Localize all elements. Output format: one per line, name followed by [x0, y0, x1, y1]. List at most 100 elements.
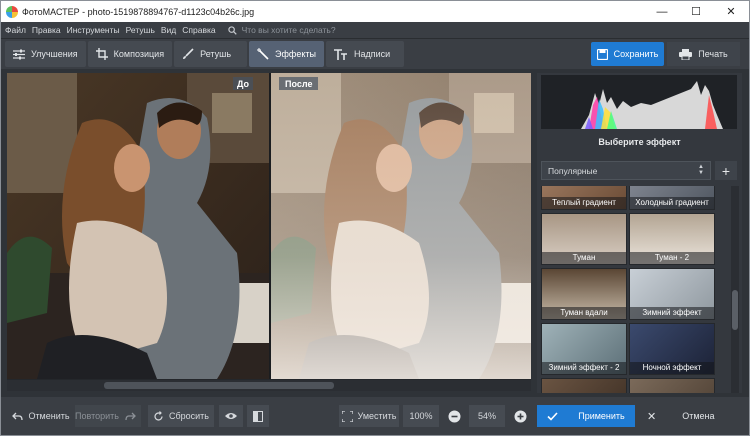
cancel-label: Отмена [682, 411, 715, 421]
menu-edit[interactable]: Правка [32, 25, 61, 35]
print-label: Печать [698, 49, 728, 59]
effect-winter-2[interactable]: Зимний эффект - 2 [541, 323, 627, 375]
crop-icon [95, 48, 108, 60]
plus-circle-icon [514, 410, 526, 422]
tab-label: Эффекты [275, 49, 316, 59]
window-controls: — ☐ ✕ [645, 1, 749, 22]
category-select[interactable]: Популярные ▲ ▼ [541, 161, 711, 180]
tab-label: Ретушь [200, 49, 232, 59]
undo-label: Отменить [28, 411, 70, 421]
save-button[interactable]: Сохранить [591, 42, 664, 66]
menu-file[interactable]: Файл [5, 25, 26, 35]
up-down-arrows-icon: ▲ ▼ [698, 164, 704, 176]
effect-fog[interactable]: Туман [541, 213, 627, 265]
effects-grid: Теплый градиент Холодный градиент Туман … [541, 186, 727, 393]
magic-wand-icon [257, 48, 269, 60]
eye-icon [225, 413, 237, 419]
effect-distant-fog[interactable]: Туман вдали [541, 268, 627, 320]
close-icon: ✕ [647, 410, 657, 423]
menu-view[interactable]: Вид [161, 25, 176, 35]
effect-cold-gradient[interactable]: Холодный градиент [629, 186, 715, 210]
tab-label: Композиция [113, 49, 165, 59]
app-window: ФотоМАСТЕР - photo-1519878894767-d1123c0… [0, 0, 750, 436]
printer-icon [679, 48, 693, 60]
compare-mode-button[interactable] [247, 405, 269, 427]
print-button[interactable]: Печать [667, 42, 740, 66]
apply-label: Применить [578, 411, 625, 421]
redo-button[interactable]: Повторить [75, 405, 141, 427]
effect-night[interactable]: Ночной эффект [629, 323, 715, 375]
menu-bar: Файл Правка Инструменты Ретушь Вид Справ… [1, 22, 749, 39]
effect-label: Теплый градиент [542, 197, 626, 209]
effect-label: Ночной эффект [630, 362, 714, 374]
fit-label: Уместить [357, 411, 397, 421]
zoom-out-button[interactable] [445, 405, 463, 427]
effect-label: Туман [542, 252, 626, 264]
tab-retouch[interactable]: Ретушь [174, 41, 248, 67]
close-window-button[interactable]: ✕ [713, 1, 749, 22]
effect-label: Зимний эффект - 2 [542, 362, 626, 374]
photo-canvas[interactable]: До После [7, 73, 531, 391]
effect-fog-2[interactable]: Туман - 2 [629, 213, 715, 265]
tab-effects[interactable]: Эффекты [249, 41, 324, 67]
tab-text[interactable]: Надписи [325, 41, 405, 67]
command-search[interactable]: Что вы хотите сделать? [227, 25, 336, 35]
window-title: ФотоМАСТЕР - photo-1519878894767-d1123c0… [22, 6, 255, 17]
after-label: После [279, 77, 319, 90]
fit-screen-icon [341, 410, 353, 422]
menu-tools[interactable]: Инструменты [67, 25, 120, 35]
menu-help[interactable]: Справка [182, 25, 215, 35]
tab-label: Надписи [353, 49, 391, 59]
undo-icon [12, 412, 24, 420]
undo-button[interactable]: Отменить [9, 405, 73, 427]
sliders-icon [13, 49, 25, 59]
apply-button[interactable]: Применить [537, 405, 635, 427]
main-toolbar: Улучшения Композиция Ретушь Эффекты Надп… [1, 39, 749, 69]
tab-enhancements[interactable]: Улучшения [5, 41, 86, 67]
reset-label: Сбросить [168, 411, 209, 421]
before-label: До [233, 77, 254, 90]
effect-label: Зимний эффект [630, 307, 714, 319]
text-icon [333, 48, 347, 60]
reset-icon [154, 410, 163, 421]
cancel-button[interactable]: ✕ Отмена [639, 405, 741, 427]
scrollbar-thumb[interactable] [104, 382, 334, 389]
preview-toggle-button[interactable] [219, 405, 243, 427]
checkmark-icon [547, 411, 558, 421]
reset-button[interactable]: Сбросить [148, 405, 214, 427]
effect-thumbnail[interactable] [629, 378, 715, 393]
panel-title: Выберите эффект [598, 137, 681, 147]
zoom-100-button[interactable]: 100% [403, 405, 439, 427]
split-view-icon [253, 410, 263, 422]
redo-icon [125, 412, 136, 420]
search-placeholder: Что вы хотите сделать? [241, 25, 336, 35]
zoom-in-button[interactable] [511, 405, 529, 427]
zoom-value[interactable]: 54% [469, 405, 505, 427]
effect-label: Туман вдали [542, 307, 626, 319]
maximize-button[interactable]: ☐ [679, 1, 713, 22]
search-icon [227, 25, 237, 35]
effect-warm-gradient[interactable]: Теплый градиент [541, 186, 627, 210]
fit-button[interactable]: Уместить [339, 405, 399, 427]
effect-thumbnail[interactable] [541, 378, 627, 393]
menu-retouch[interactable]: Ретушь [126, 25, 155, 35]
redo-label: Повторить [75, 411, 119, 421]
floppy-disk-icon [596, 48, 608, 60]
add-effect-button[interactable]: + [715, 161, 737, 180]
photo-before [7, 73, 269, 379]
vertical-scrollbar[interactable] [731, 186, 739, 393]
scrollbar-thumb[interactable] [732, 290, 738, 330]
horizontal-scrollbar[interactable] [7, 380, 531, 391]
effects-panel: Выберите эффект Популярные ▲ ▼ + Теплый г… [537, 73, 742, 393]
tab-composition[interactable]: Композиция [87, 41, 173, 67]
effect-winter[interactable]: Зимний эффект [629, 268, 715, 320]
effect-label: Холодный градиент [630, 197, 714, 209]
photo-after [271, 73, 531, 379]
bottom-bar: Отменить Повторить Сбросить Уместить 100… [1, 397, 749, 435]
minimize-button[interactable]: — [645, 1, 679, 22]
brush-icon [183, 48, 194, 59]
app-logo-icon [6, 5, 18, 18]
save-label: Сохранить [613, 49, 659, 59]
minus-circle-icon [448, 410, 460, 422]
title-bar: ФотоМАСТЕР - photo-1519878894767-d1123c0… [1, 1, 749, 22]
